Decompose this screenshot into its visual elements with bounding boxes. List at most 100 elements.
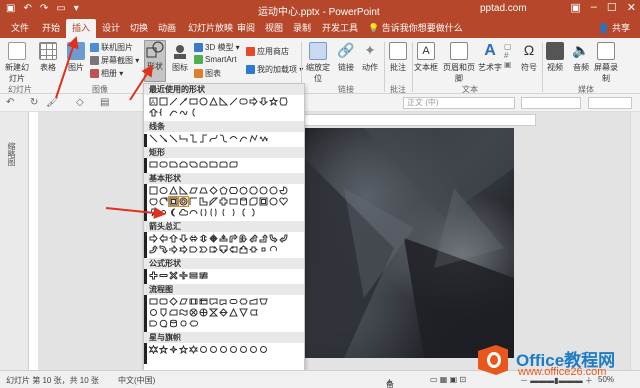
- tab-view[interactable]: 视图: [265, 21, 283, 34]
- arrow-down-shape-icon[interactable]: [259, 97, 268, 106]
- picture-button[interactable]: 图片: [66, 42, 86, 73]
- left-bracket-shape-icon[interactable]: [219, 208, 228, 217]
- textbox-shape-icon[interactable]: [149, 186, 158, 195]
- tab-insert[interactable]: 插入: [66, 19, 97, 38]
- video-button[interactable]: 视频: [544, 42, 566, 73]
- not-equal-shape-icon[interactable]: [199, 271, 208, 280]
- divide-shape-icon[interactable]: [179, 271, 188, 280]
- up-arrow-callout-shape-icon[interactable]: [239, 245, 248, 254]
- album-button[interactable]: 相册 ▾: [90, 68, 123, 79]
- vertical-scrollbar[interactable]: [630, 112, 640, 370]
- data-shape-icon[interactable]: [179, 297, 188, 306]
- l-shape-icon[interactable]: [199, 197, 208, 206]
- language-indicator[interactable]: 中文(中国): [118, 375, 155, 386]
- line2-shape-icon[interactable]: [229, 97, 238, 106]
- double-arrow-line-shape-icon[interactable]: [169, 134, 178, 143]
- tab-slideshow[interactable]: 幻灯片放映: [188, 21, 233, 34]
- heptagon-shape-icon[interactable]: [239, 186, 248, 195]
- oval-shape-icon[interactable]: [159, 186, 168, 195]
- undo-icon[interactable]: ↶: [6, 97, 14, 108]
- font-combo[interactable]: 正文 (中): [403, 97, 515, 109]
- snip-corner-rect-shape-icon[interactable]: [169, 160, 178, 169]
- tab-developer[interactable]: 开发工具: [322, 21, 358, 34]
- undo-icon[interactable]: ↶: [23, 3, 31, 14]
- star4-shape-icon[interactable]: [169, 345, 178, 354]
- symbol-button[interactable]: Ω 符号: [518, 42, 540, 73]
- elbow-arrow-shape-icon[interactable]: [189, 134, 198, 143]
- elbow-connector-shape-icon[interactable]: [179, 134, 188, 143]
- textbox-shape-icon[interactable]: A: [149, 97, 158, 106]
- share-button[interactable]: 👤 共享: [598, 21, 630, 34]
- summing-junction-shape-icon[interactable]: [189, 308, 198, 317]
- bevel-shape-icon[interactable]: [259, 197, 268, 206]
- table-button[interactable]: 表格: [38, 42, 58, 73]
- collate-shape-icon[interactable]: [209, 308, 218, 317]
- curved-right-arrow-shape-icon[interactable]: [269, 234, 278, 243]
- internal-storage-shape-icon[interactable]: [199, 297, 208, 306]
- curved-connector-shape-icon[interactable]: [209, 134, 218, 143]
- extract-shape-icon[interactable]: [229, 308, 238, 317]
- right-arrow-callout-shape-icon[interactable]: [209, 245, 218, 254]
- process-shape-icon[interactable]: [149, 297, 158, 306]
- left-brace-shape-icon[interactable]: [239, 208, 248, 217]
- arrow-line-shape-icon[interactable]: [179, 97, 188, 106]
- equal-shape-icon[interactable]: [189, 271, 198, 280]
- new-slide-button[interactable]: 新建幻灯片: [4, 42, 30, 84]
- manual-input-shape-icon[interactable]: [249, 297, 258, 306]
- notched-right-arrow-shape-icon[interactable]: [179, 245, 188, 254]
- tab-animations[interactable]: 动画: [158, 21, 176, 34]
- icons-button[interactable]: 图标: [170, 42, 190, 73]
- lightning-shape-icon[interactable]: [149, 208, 158, 217]
- tab-review[interactable]: 审阅: [237, 21, 255, 34]
- diamond-shape-icon[interactable]: [209, 186, 218, 195]
- card-shape-icon[interactable]: [169, 308, 178, 317]
- tab-transitions[interactable]: 切换: [130, 21, 148, 34]
- slide-canvas[interactable]: [304, 128, 514, 358]
- line-shape-icon[interactable]: [169, 97, 178, 106]
- right-triangle-shape-icon[interactable]: [219, 97, 228, 106]
- save-icon[interactable]: ▣: [6, 3, 15, 14]
- hexagon-shape-icon[interactable]: [279, 97, 288, 106]
- tab-file[interactable]: 文件: [11, 21, 29, 34]
- plus-shape-icon[interactable]: [149, 271, 158, 280]
- curved-left-arrow-shape-icon[interactable]: [279, 234, 288, 243]
- multidocument-shape-icon[interactable]: [219, 297, 228, 306]
- sun-shape-icon[interactable]: [159, 208, 168, 217]
- curve-shape-icon[interactable]: [169, 108, 178, 117]
- tab-record[interactable]: 录制: [293, 21, 311, 34]
- direct-access-storage-shape-icon[interactable]: [179, 319, 188, 328]
- explosion2-shape-icon[interactable]: [159, 345, 168, 354]
- tab-design[interactable]: 设计: [102, 21, 120, 34]
- frame-shape-icon[interactable]: [168, 196, 179, 207]
- scribble-shape-icon[interactable]: [259, 134, 268, 143]
- arrow-up-shape-icon[interactable]: [169, 234, 178, 243]
- decagon-shape-icon[interactable]: [259, 186, 268, 195]
- circular-arrow-shape-icon[interactable]: [269, 245, 278, 254]
- my-addins-button[interactable]: 我的加载项 ▾: [246, 64, 303, 75]
- octagon-shape-icon[interactable]: [249, 186, 258, 195]
- model3d-button[interactable]: 3D 模型 ▾: [194, 42, 240, 53]
- round-one-corner-rect-shape-icon[interactable]: [209, 160, 218, 169]
- shape-icon[interactable]: ◇: [76, 97, 84, 108]
- arrow-right-shape-icon[interactable]: [149, 234, 158, 243]
- star16-shape-icon[interactable]: [239, 345, 248, 354]
- curved-double-arrow-shape-icon[interactable]: [229, 134, 238, 143]
- shapes-button[interactable]: 形状: [144, 40, 166, 82]
- explosion1-shape-icon[interactable]: [149, 345, 158, 354]
- maximize-icon[interactable]: ☐: [607, 1, 617, 14]
- store-button[interactable]: 应用商店: [246, 46, 289, 57]
- left-right-arrow-callout-shape-icon[interactable]: [249, 245, 258, 254]
- smiley-shape-icon[interactable]: [269, 197, 278, 206]
- star7-shape-icon[interactable]: [199, 345, 208, 354]
- predefined-process-shape-icon[interactable]: [189, 297, 198, 306]
- chevron-shape-icon[interactable]: [199, 245, 208, 254]
- snip-same-side-rect-shape-icon[interactable]: [179, 160, 188, 169]
- arrow-line-shape-icon[interactable]: [159, 134, 168, 143]
- smartart-button[interactable]: SmartArt: [194, 55, 237, 65]
- star6-shape-icon[interactable]: [189, 345, 198, 354]
- oval-shape-icon[interactable]: [199, 97, 208, 106]
- vertical-textbox-shape-icon[interactable]: [159, 97, 168, 106]
- action-button[interactable]: ✦ 动作: [360, 42, 380, 73]
- triangle-shape-icon[interactable]: [169, 186, 178, 195]
- textbox-button[interactable]: A 文本框: [414, 42, 438, 73]
